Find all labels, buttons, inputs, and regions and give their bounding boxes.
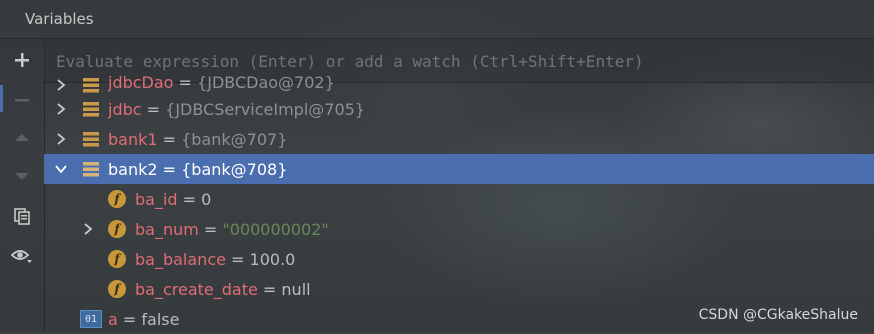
chevron-down-icon[interactable]: [54, 162, 68, 176]
variable-name: a: [108, 309, 118, 329]
watermark: CSDN @CGkakeShalue: [698, 307, 858, 323]
tree-row[interactable]: f ba_balance = 100.0: [44, 244, 874, 274]
tree-row[interactable]: f ba_create_date = null: [44, 274, 874, 304]
object-icon: [83, 132, 99, 147]
variable-value: {bank@707}: [181, 129, 288, 149]
primitive-icon: 01: [80, 310, 102, 328]
variable-name: ba_create_date: [135, 279, 258, 299]
variable-name: bank1: [108, 129, 158, 149]
tree-row[interactable]: bank1 = {bank@707}: [44, 124, 874, 154]
field-icon: f: [108, 250, 126, 268]
chevron-right-icon[interactable]: [81, 222, 95, 236]
variable-name: jdbcDao: [108, 73, 174, 92]
chevron-right-icon[interactable]: [54, 132, 68, 146]
tree-row[interactable]: f ba_num = "000000002": [44, 214, 874, 244]
view-options-button[interactable]: [8, 243, 36, 269]
object-icon: [83, 78, 99, 93]
tree-row[interactable]: jdbc = {JDBCServiceImpl@705}: [44, 94, 874, 124]
panel-title: Variables: [25, 10, 94, 28]
variable-name: ba_id: [135, 189, 178, 209]
field-icon: f: [108, 190, 126, 208]
object-icon: [83, 162, 99, 177]
variable-value: {JDBCServiceImpl@705}: [165, 99, 365, 119]
tree-row-selected[interactable]: bank2 = {bank@708}: [44, 154, 874, 184]
triangle-down-icon: [15, 173, 29, 180]
field-icon: f: [108, 280, 126, 298]
chevron-right-icon[interactable]: [54, 78, 68, 92]
object-icon: [83, 102, 99, 117]
tree-row[interactable]: f ba_id = 0: [44, 184, 874, 214]
window-edge-accent: [0, 85, 3, 112]
duplicate-watch-button[interactable]: [8, 203, 36, 229]
variable-value: 0: [201, 189, 212, 209]
panel-header: Variables: [0, 0, 874, 39]
triangle-up-icon: [15, 134, 29, 141]
copy-icon: [14, 208, 30, 225]
remove-watch-button[interactable]: [8, 87, 36, 113]
variable-value: {JDBCDao@702}: [197, 73, 335, 92]
chevron-right-icon[interactable]: [54, 102, 68, 116]
variable-value: 100.0: [249, 249, 296, 269]
variable-name: jdbc: [108, 99, 142, 119]
variable-value: null: [281, 279, 311, 299]
eye-icon: [11, 250, 32, 263]
variable-value: false: [141, 309, 180, 329]
variable-name: ba_balance: [135, 249, 226, 269]
minus-icon: [15, 99, 29, 102]
add-watch-button[interactable]: [8, 47, 36, 73]
variable-value: "000000002": [222, 219, 329, 239]
debugger-toolbar: [0, 39, 45, 331]
move-up-button[interactable]: [8, 125, 36, 151]
variable-value: {bank@708}: [181, 159, 288, 179]
plus-icon: [15, 53, 29, 67]
field-icon: f: [108, 220, 126, 238]
variable-name: bank2: [108, 159, 158, 179]
move-down-button[interactable]: [8, 163, 36, 189]
variable-name: ba_num: [135, 219, 199, 239]
